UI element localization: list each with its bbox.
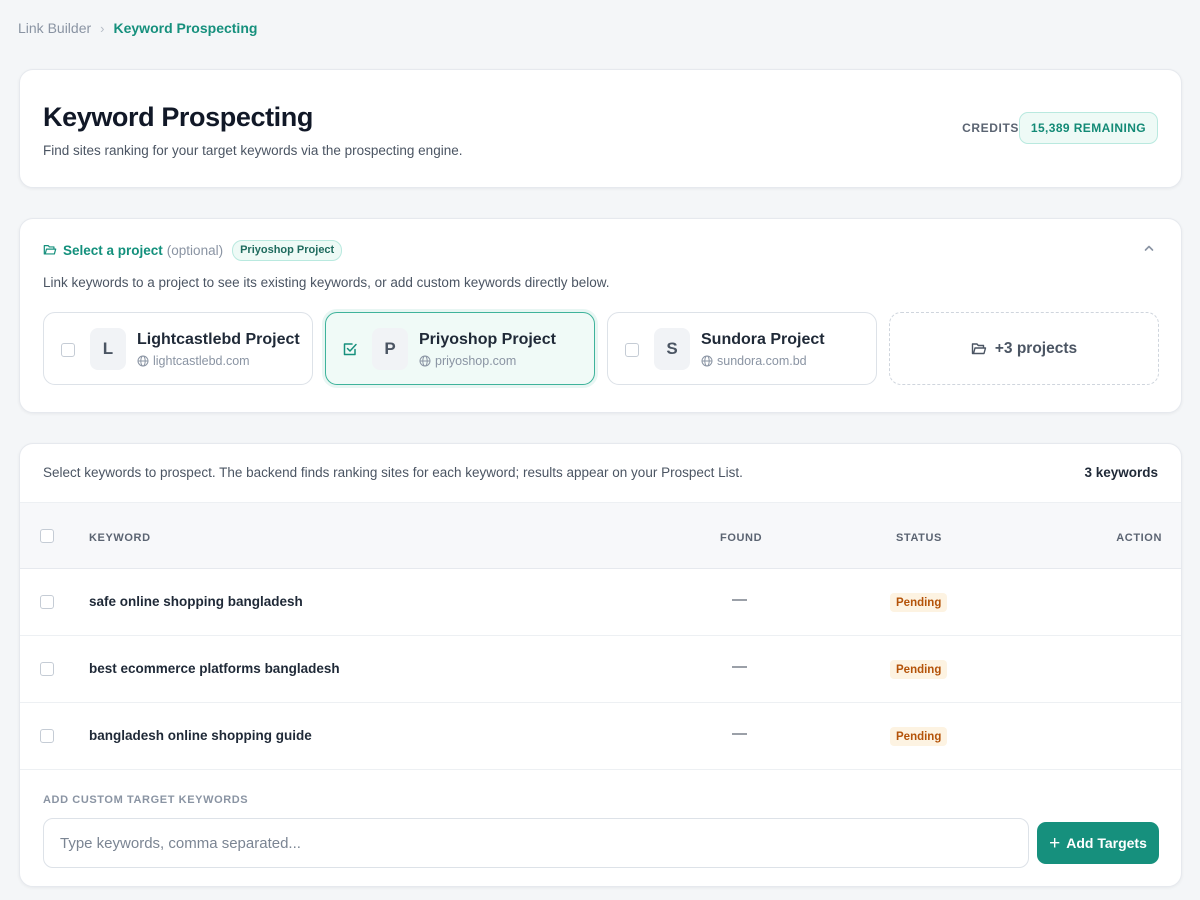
project-select-card: Select a project (optional) Priyoshop Pr… <box>19 218 1182 413</box>
found-cell: — <box>732 725 747 742</box>
project-tile-priyoshop[interactable]: P Priyoshop Project priyoshop.com <box>325 312 595 385</box>
found-cell: — <box>732 658 747 675</box>
table-row: best ecommerce platforms bangladesh — Pe… <box>20 636 1181 703</box>
project-avatar: L <box>90 328 126 370</box>
more-projects-button[interactable]: +3 projects <box>889 312 1159 385</box>
chevron-up-icon[interactable] <box>1142 241 1156 255</box>
credits-badge: 15,389 REMAINING <box>1018 112 1158 144</box>
found-cell: — <box>732 591 747 608</box>
custom-keywords-label: ADD CUSTOM TARGET KEYWORDS <box>43 794 249 806</box>
project-section-header[interactable]: Select a project (optional) Priyoshop Pr… <box>43 239 343 261</box>
select-all-checkbox[interactable] <box>40 529 54 543</box>
globe-icon <box>701 355 713 367</box>
status-badge: Pending <box>890 727 948 746</box>
project-name: Sundora Project <box>701 331 825 348</box>
project-section-title: Select a project <box>63 242 163 258</box>
keyword-count: 3 keywords <box>1084 465 1158 480</box>
globe-icon <box>419 355 431 367</box>
project-domain-text: lightcastlebd.com <box>153 354 250 368</box>
project-tile-sundora[interactable]: S Sundora Project sundora.com.bd <box>607 312 877 385</box>
keyword-cell: bangladesh online shopping guide <box>89 728 312 743</box>
breadcrumb: Link Builder › Keyword Prospecting <box>18 18 257 38</box>
table-header: KEYWORD FOUND STATUS ACTION <box>20 502 1181 569</box>
project-tile-lightcastlebd[interactable]: L Lightcastlebd Project lightcastlebd.co… <box>43 312 313 385</box>
add-targets-label: Add Targets <box>1066 835 1147 851</box>
keyword-cell: best ecommerce platforms bangladesh <box>89 661 340 676</box>
globe-icon <box>137 355 149 367</box>
page-header-card: Keyword Prospecting Find sites ranking f… <box>19 69 1182 188</box>
column-header-status[interactable]: STATUS <box>896 532 942 544</box>
column-header-keyword[interactable]: KEYWORD <box>89 532 151 544</box>
column-header-found[interactable]: FOUND <box>720 532 762 544</box>
keywords-intro: Select keywords to prospect. The backend… <box>43 465 743 480</box>
project-avatar: P <box>372 328 408 370</box>
page-subtitle: Find sites ranking for your target keywo… <box>43 143 463 158</box>
selected-project-badge: Priyoshop Project <box>232 239 343 261</box>
project-checkbox[interactable] <box>625 343 639 357</box>
keyword-cell: safe online shopping bangladesh <box>89 594 303 609</box>
custom-keywords-input[interactable] <box>43 818 1029 868</box>
project-domain-text: sundora.com.bd <box>717 354 807 368</box>
project-avatar: S <box>654 328 690 370</box>
keywords-card: Select keywords to prospect. The backend… <box>19 443 1182 887</box>
project-domain: priyoshop.com <box>419 354 516 368</box>
chevron-right-icon: › <box>100 20 105 36</box>
status-badge: Pending <box>890 593 948 612</box>
page-title: Keyword Prospecting <box>43 102 313 132</box>
credits-label: CREDITS <box>962 121 1019 135</box>
more-projects-label: +3 projects <box>994 339 1078 357</box>
optional-label: (optional) <box>166 242 224 258</box>
project-domain: lightcastlebd.com <box>137 354 250 368</box>
row-checkbox[interactable] <box>40 595 54 609</box>
folder-open-icon <box>43 245 57 255</box>
add-targets-button[interactable]: + Add Targets <box>1037 822 1159 864</box>
column-header-action: ACTION <box>1116 532 1162 544</box>
table-row: safe online shopping bangladesh — Pendin… <box>20 569 1181 636</box>
breadcrumb-link-builder[interactable]: Link Builder <box>18 20 91 36</box>
project-checkbox[interactable] <box>61 343 75 357</box>
breadcrumb-current: Keyword Prospecting <box>113 20 258 36</box>
row-checkbox[interactable] <box>40 662 54 676</box>
project-section-description: Link keywords to a project to see its ex… <box>43 275 610 290</box>
project-name: Lightcastlebd Project <box>137 331 300 348</box>
project-name: Priyoshop Project <box>419 331 556 348</box>
row-checkbox[interactable] <box>40 729 54 743</box>
table-row: bangladesh online shopping guide — Pendi… <box>20 703 1181 770</box>
status-badge: Pending <box>890 660 948 679</box>
plus-icon: + <box>1049 832 1061 854</box>
project-domain-text: priyoshop.com <box>435 354 517 368</box>
check-square-icon[interactable] <box>342 341 358 357</box>
folder-open-icon <box>971 342 987 354</box>
project-domain: sundora.com.bd <box>701 354 807 368</box>
